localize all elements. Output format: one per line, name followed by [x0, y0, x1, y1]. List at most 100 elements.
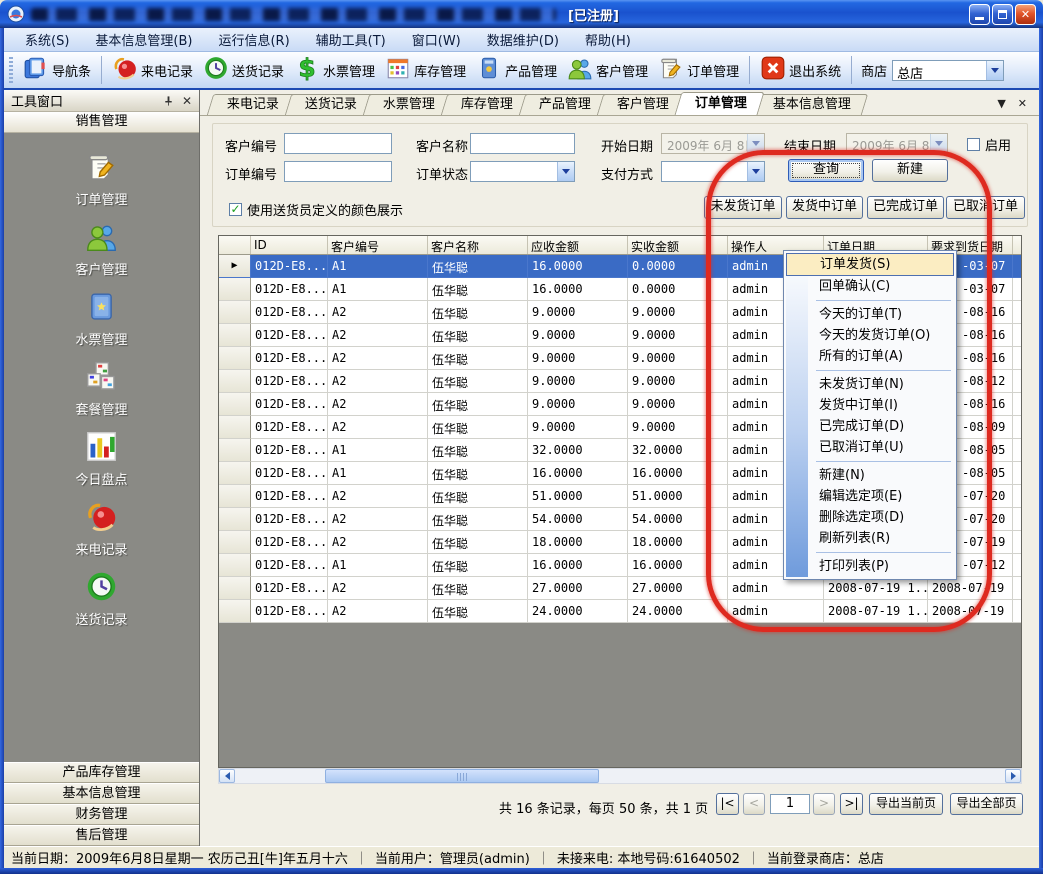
start-date-picker[interactable]: 2009年 6月 8日 — [661, 133, 765, 154]
sidebar-item-送货记录[interactable]: 送货记录 — [75, 570, 127, 628]
tab-close-icon[interactable]: ✕ — [1018, 97, 1027, 110]
scroll-left-button[interactable] — [219, 769, 235, 783]
context-menu-item-新建(N)[interactable]: 新建(N) — [786, 465, 954, 486]
minimize-button[interactable] — [969, 4, 990, 25]
filter-button-发货中订单[interactable]: 发货中订单 — [786, 196, 863, 219]
close-button[interactable]: ✕ — [1015, 4, 1036, 25]
sidebar-section-售后管理[interactable]: 售后管理 — [4, 825, 199, 846]
tab-订单管理[interactable]: 订单管理 — [675, 92, 765, 115]
pin-icon[interactable] — [163, 95, 174, 107]
sidebar-item-水票管理[interactable]: 水票管理 — [75, 290, 127, 348]
sidebar-section-sales[interactable]: 销售管理 — [4, 112, 199, 133]
payment-dropdown-button[interactable] — [747, 162, 764, 181]
table-row[interactable]: 012D-E8...A2伍华聪24.000024.0000admin2008-0… — [219, 600, 1021, 623]
filter-button-已完成订单[interactable]: 已完成订单 — [867, 196, 944, 219]
context-menu-item-未发货订单(N)[interactable]: 未发货订单(N) — [786, 374, 954, 395]
menu-item-辅助工具(T)[interactable]: 辅助工具(T) — [303, 27, 399, 52]
context-menu-separator — [816, 461, 951, 462]
order-status-dropdown-button[interactable] — [557, 162, 574, 181]
context-menu-item-已完成订单(D)[interactable]: 已完成订单(D) — [786, 416, 954, 437]
sidebar-item-套餐管理[interactable]: 套餐管理 — [75, 360, 127, 418]
export-current-page-button[interactable]: 导出当前页 — [869, 793, 943, 815]
order-status-combobox[interactable] — [470, 161, 575, 182]
tab-送货记录[interactable]: 送货记录 — [285, 94, 374, 115]
filter-button-已取消订单[interactable]: 已取消订单 — [946, 196, 1025, 219]
sidebar-item-来电记录[interactable]: 来电记录 — [75, 500, 127, 558]
order-no-input[interactable] — [284, 161, 392, 182]
menu-item-数据维护(D)[interactable]: 数据维护(D) — [474, 27, 572, 52]
scrollbar-thumb[interactable] — [325, 769, 599, 783]
customer-name-input[interactable] — [470, 133, 575, 154]
shop-dropdown-button[interactable] — [986, 61, 1003, 80]
toolbar-button-产品管理[interactable]: 产品管理 — [471, 52, 562, 88]
sidebar-section-产品库存管理[interactable]: 产品库存管理 — [4, 762, 199, 783]
grid-column-header-ID[interactable]: ID — [251, 236, 328, 254]
menu-item-基本信息管理(B)[interactable]: 基本信息管理(B) — [82, 27, 205, 52]
page-number-input[interactable]: 1 — [770, 794, 810, 814]
context-menu-item-所有的订单(A)[interactable]: 所有的订单(A) — [786, 346, 954, 367]
context-menu-item-已取消订单(U)[interactable]: 已取消订单(U) — [786, 437, 954, 458]
context-menu-item-发货中订单(I)[interactable]: 发货中订单(I) — [786, 395, 954, 416]
context-menu-item-今天的发货订单(O)[interactable]: 今天的发货订单(O) — [786, 325, 954, 346]
end-date-dropdown-button[interactable] — [930, 134, 947, 153]
toolbar-grip[interactable] — [9, 57, 13, 83]
first-page-button[interactable]: |< — [716, 793, 739, 815]
title-bar[interactable]: [已注册] ✕ — [0, 0, 1043, 28]
tab-来电记录[interactable]: 来电记录 — [207, 94, 296, 115]
query-button[interactable]: 查询 — [788, 159, 864, 182]
menu-item-窗口(W)[interactable]: 窗口(W) — [399, 27, 474, 52]
toolbar-button-水票管理[interactable]: $水票管理 — [289, 52, 380, 88]
end-date-picker[interactable]: 2009年 6月 8日 — [846, 133, 948, 154]
shop-combobox[interactable]: 总店 — [892, 60, 1004, 81]
context-menu-item-打印列表(P)[interactable]: 打印列表(P) — [786, 556, 954, 577]
menu-item-系统(S)[interactable]: 系统(S) — [12, 27, 82, 52]
sidebar-section-基本信息管理[interactable]: 基本信息管理 — [4, 783, 199, 804]
tool-window-close-icon[interactable]: ✕ — [182, 94, 192, 108]
sidebar-item-今日盘点[interactable]: 今日盘点 — [75, 430, 127, 488]
tab-基本信息管理[interactable]: 基本信息管理 — [753, 94, 868, 115]
context-menu-item-删除选定项(D)[interactable]: 删除选定项(D) — [786, 507, 954, 528]
maximize-button[interactable] — [992, 4, 1013, 25]
export-all-pages-button[interactable]: 导出全部页 — [950, 793, 1023, 815]
toolbar-button-导航条[interactable]: 导航条 — [18, 52, 96, 88]
scroll-right-button[interactable] — [1005, 769, 1021, 783]
table-row[interactable]: 012D-E8...A2伍华聪27.000027.0000admin2008-0… — [219, 577, 1021, 600]
menu-item-帮助(H)[interactable]: 帮助(H) — [572, 27, 644, 52]
context-menu-item-刷新列表(R)[interactable]: 刷新列表(R) — [786, 528, 954, 549]
tab-dropdown-icon[interactable]: ▼ — [997, 97, 1005, 110]
customer-no-input[interactable] — [284, 133, 392, 154]
start-date-dropdown-button[interactable] — [747, 134, 764, 153]
context-menu-item-今天的订单(T)[interactable]: 今天的订单(T) — [786, 304, 954, 325]
filter-button-未发货订单[interactable]: 未发货订单 — [704, 196, 782, 219]
toolbar-button-退出系统[interactable]: 退出系统 — [755, 52, 846, 88]
sidebar-item-订单管理[interactable]: 订单管理 — [75, 150, 127, 208]
scrollbar-track[interactable] — [235, 769, 1005, 783]
grid-column-header-应收金额[interactable]: 应收金额 — [528, 236, 628, 254]
menu-item-运行信息(R)[interactable]: 运行信息(R) — [205, 27, 302, 52]
context-menu-item-编辑选定项(E)[interactable]: 编辑选定项(E) — [786, 486, 954, 507]
context-menu-item-回单确认(C)[interactable]: 回单确认(C) — [786, 276, 954, 297]
driver-color-checkbox[interactable]: 使用送货员定义的颜色展示 — [229, 200, 403, 219]
tab-客户管理[interactable]: 客户管理 — [597, 94, 686, 115]
toolbar-button-库存管理[interactable]: 库存管理 — [380, 52, 471, 88]
enable-checkbox[interactable]: 启用 — [967, 135, 1011, 154]
new-button[interactable]: 新建 — [872, 159, 948, 182]
last-page-button[interactable]: >| — [840, 793, 863, 815]
sidebar-section-财务管理[interactable]: 财务管理 — [4, 804, 199, 825]
grid-column-header-客户名称[interactable]: 客户名称 — [428, 236, 528, 254]
prev-page-button[interactable]: < — [743, 793, 765, 815]
tab-库存管理[interactable]: 库存管理 — [441, 94, 530, 115]
toolbar-button-来电记录[interactable]: 来电记录 — [107, 52, 198, 88]
payment-combobox[interactable] — [661, 161, 765, 182]
toolbar-button-送货记录[interactable]: 送货记录 — [198, 52, 289, 88]
grid-column-header-实收金额[interactable]: 实收金额 — [628, 236, 728, 254]
tab-产品管理[interactable]: 产品管理 — [519, 94, 608, 115]
next-page-button[interactable]: > — [813, 793, 835, 815]
toolbar-button-客户管理[interactable]: 客户管理 — [562, 52, 653, 88]
toolbar-button-订单管理[interactable]: 订单管理 — [653, 52, 744, 88]
tab-水票管理[interactable]: 水票管理 — [363, 94, 452, 115]
context-menu-item-订单发货(S)[interactable]: 订单发货(S) — [786, 253, 954, 276]
grid-column-header-客户编号[interactable]: 客户编号 — [328, 236, 428, 254]
sidebar-item-客户管理[interactable]: 客户管理 — [75, 220, 127, 278]
sidebar-item-label: 来电记录 — [75, 539, 127, 558]
